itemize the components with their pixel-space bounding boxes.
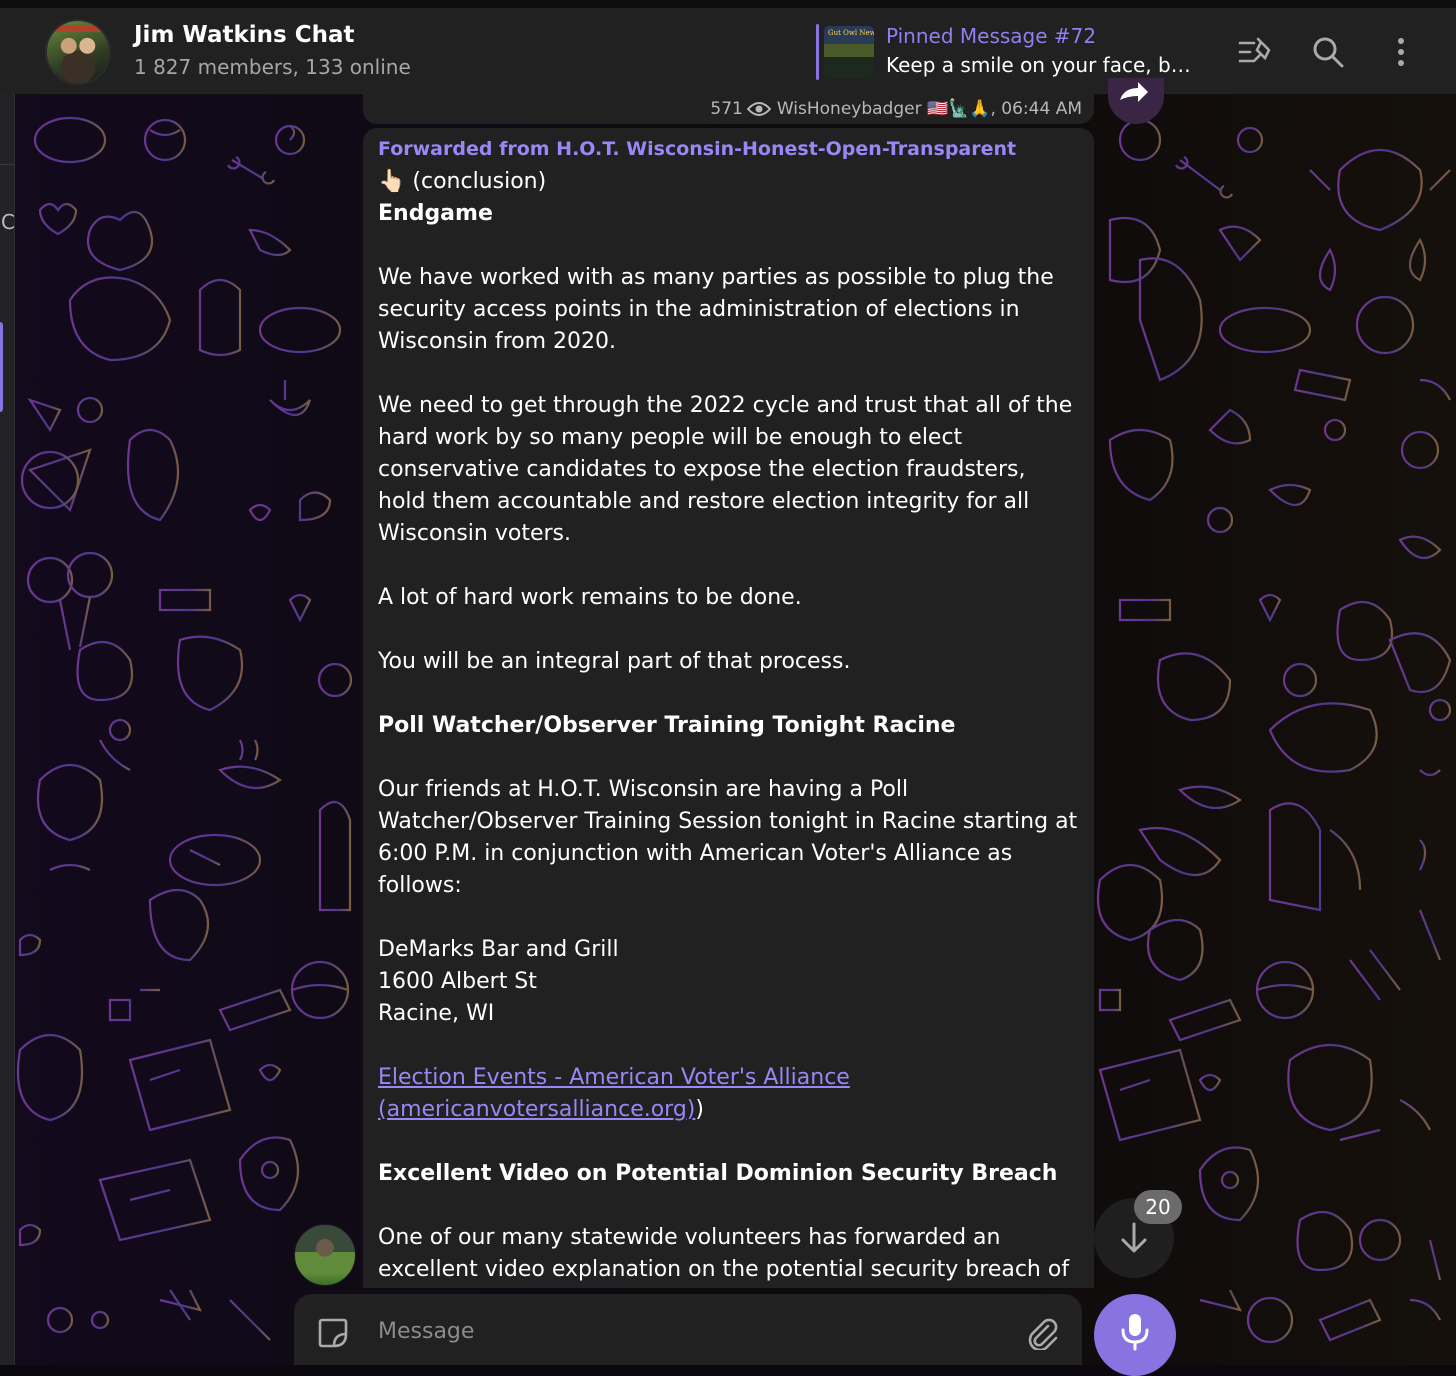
message-body: 👆🏻 (conclusion) Endgame We have worked w… bbox=[378, 166, 1078, 1286]
address-line: 1600 Albert St bbox=[378, 969, 537, 994]
forwarded-message-bubble[interactable]: Forwarded from H.O.T. Wisconsin-Honest-O… bbox=[363, 128, 1094, 1288]
attach-paperclip-icon[interactable] bbox=[1024, 1316, 1058, 1350]
chat-member-count: 1 827 members, 133 online bbox=[134, 55, 411, 79]
heading-endgame: Endgame bbox=[378, 201, 493, 226]
sidebar-active-indicator bbox=[0, 322, 3, 412]
voice-record-button[interactable] bbox=[1094, 1294, 1176, 1376]
pinned-list-icon[interactable] bbox=[1237, 34, 1273, 70]
message-paragraph: You will be an integral part of that pro… bbox=[378, 649, 851, 674]
forwarded-from-label[interactable]: Forwarded from H.O.T. Wisconsin-Honest-O… bbox=[378, 138, 1016, 160]
address-line: Racine, WI bbox=[378, 1001, 495, 1026]
chat-avatar[interactable] bbox=[45, 19, 111, 85]
message-author-signature: WisHoneybadger 🇺🇸🗽🙏, bbox=[776, 99, 996, 119]
heading-poll-training: Poll Watcher/Observer Training Tonight R… bbox=[378, 713, 956, 738]
more-vertical-icon[interactable] bbox=[1383, 34, 1419, 70]
unread-count-badge: 20 bbox=[1134, 1190, 1182, 1224]
sticker-icon[interactable] bbox=[316, 1316, 350, 1350]
message-paragraph: A lot of hard work remains to be done. bbox=[378, 585, 802, 610]
view-count: 571 bbox=[710, 99, 743, 119]
message-paragraph: We have worked with as many parties as p… bbox=[378, 265, 1054, 354]
election-events-link[interactable]: Election Events - American Voter's Allia… bbox=[378, 1065, 850, 1122]
message-paragraph: Our friends at H.O.T. Wisconsin are havi… bbox=[378, 777, 1078, 898]
previous-message-meta: 571 WisHoneybadger 🇺🇸🗽🙏, 06:44 AM bbox=[710, 99, 1082, 119]
message-paragraph: We need to get through the 2022 cycle an… bbox=[378, 393, 1073, 546]
window-top-strip bbox=[0, 0, 1456, 8]
chat-list-sidebar[interactable]: C bbox=[0, 94, 15, 1365]
pinned-message-preview[interactable]: Keep a smile on your face, but … bbox=[886, 53, 1191, 77]
message-paragraph: One of our many statewide volunteers has… bbox=[378, 1225, 1070, 1282]
link-line: Election Events - American Voter's Allia… bbox=[378, 1062, 1078, 1126]
search-icon[interactable] bbox=[1310, 34, 1346, 70]
heading-video: Excellent Video on Potential Dominion Se… bbox=[378, 1161, 1058, 1186]
message-intro: 👆🏻 (conclusion) bbox=[378, 169, 547, 194]
pinned-message-title[interactable]: Pinned Message #72 bbox=[886, 24, 1096, 48]
sidebar-divider bbox=[0, 164, 14, 165]
pinned-message-thumbnail[interactable]: Gut Owl News bbox=[824, 26, 874, 78]
pinned-thumb-caption: Gut Owl News bbox=[828, 29, 874, 37]
message-input[interactable] bbox=[376, 1312, 980, 1350]
sidebar-chat-initial[interactable]: C bbox=[1, 210, 15, 234]
chat-title[interactable]: Jim Watkins Chat bbox=[134, 22, 355, 48]
eye-icon bbox=[746, 102, 771, 116]
message-time: 06:44 AM bbox=[1001, 99, 1082, 119]
message-composer[interactable] bbox=[294, 1294, 1082, 1365]
pinned-indicator-bar bbox=[816, 24, 819, 80]
previous-message-bubble[interactable]: 571 WisHoneybadger 🇺🇸🗽🙏, 06:44 AM bbox=[363, 94, 1094, 124]
link-suffix: ) bbox=[695, 1097, 704, 1122]
microphone-icon bbox=[1121, 1314, 1149, 1351]
address-line: DeMarks Bar and Grill bbox=[378, 937, 619, 962]
chat-header[interactable]: Jim Watkins Chat 1 827 members, 133 onli… bbox=[0, 8, 1456, 95]
sender-avatar[interactable] bbox=[294, 1224, 356, 1286]
